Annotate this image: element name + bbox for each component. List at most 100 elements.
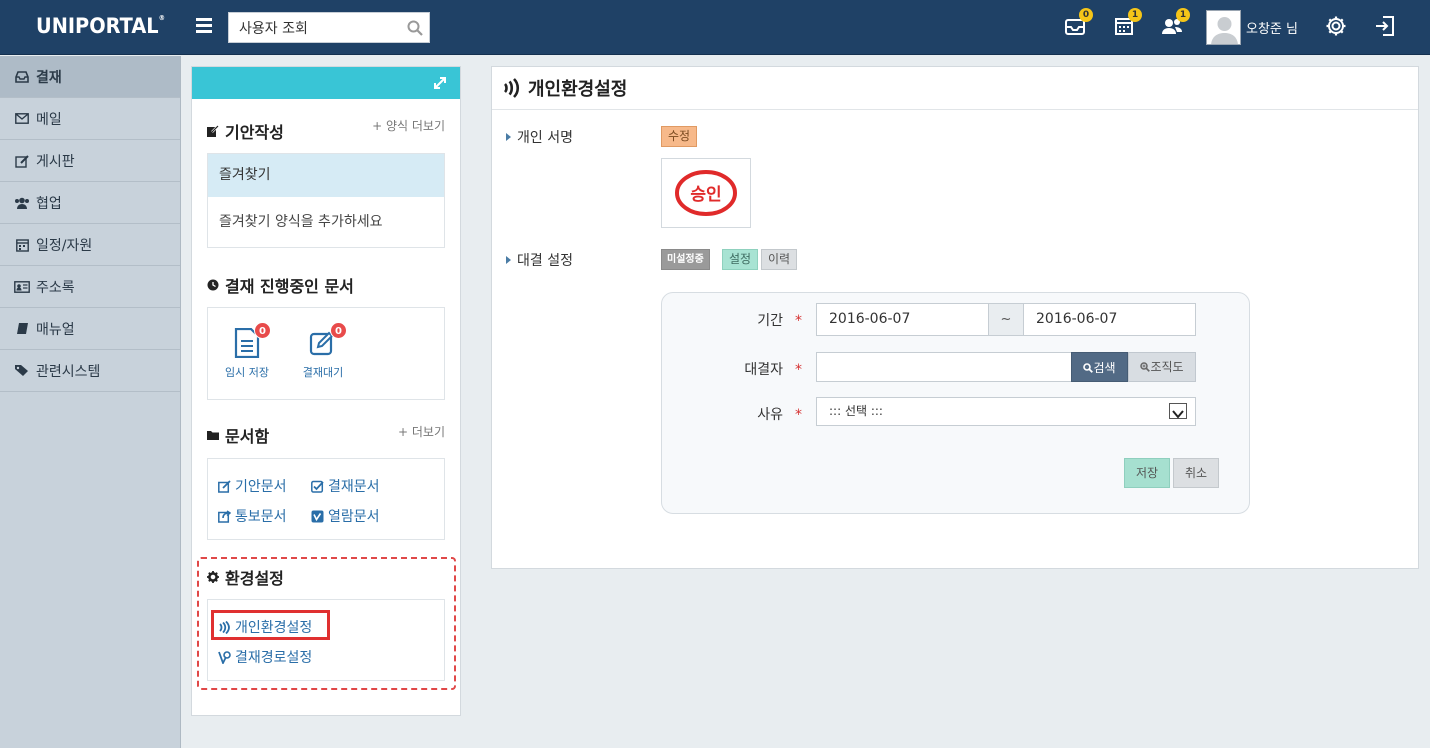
pen-square-icon: 0 [309,322,347,358]
calendar-icon[interactable]: 1 [1112,8,1142,38]
clock-icon [207,279,219,291]
status-badge: 미설정중 [661,249,710,270]
page-title: 개인환경설정 [492,67,1418,110]
required-mark: * [795,362,802,378]
signature-edit-button[interactable]: 수정 [661,126,698,147]
menu-toggle-icon[interactable] [196,18,212,33]
favorites-header[interactable]: 즐겨찾기 [208,154,444,197]
pending-approval-item[interactable]: 0 결재대기 [293,322,353,380]
calendar-icon [14,238,30,252]
document-icon: 0 [233,322,271,359]
docs-section-title: 문서함 [207,423,269,447]
nav-label: 일정/자원 [36,237,93,254]
draft-section-title: 기안작성 [207,119,284,143]
more-forms-link[interactable]: + 양식 더보기 [372,117,445,134]
main-panel: 개인환경설정 개인 서명 수정 승인 대결 설정 미설정중 설정 이력 기간 * … [491,66,1419,569]
delegate-person-input[interactable] [816,352,1072,382]
logout-icon[interactable] [1373,14,1397,38]
nav-label: 주소록 [36,279,75,296]
temp-count-badge: 0 [254,322,271,339]
gear-icon [207,571,219,583]
top-bar: UNIPORTAL® 0 1 1 오창준 님 [0,0,1430,55]
org-button-label: 조직도 [1150,360,1184,374]
pending-approval-label: 결재대기 [302,366,344,379]
draft-docs-label: 기안문서 [235,479,287,495]
book-icon [14,322,30,336]
org-chart-button[interactable]: 조직도 [1128,352,1196,382]
mail-inbox-icon[interactable]: 0 [1063,8,1093,38]
approval-route-settings-link[interactable]: 결재경로설정 [218,647,312,667]
check-square-icon [311,480,324,493]
user-profile[interactable]: 오창준 님 [1206,10,1298,45]
period-label-text: 기간 [757,313,783,329]
nav-item-related-systems[interactable]: 관련시스템 [0,350,180,392]
logo-mark: ® [158,14,166,22]
edit-icon [14,154,30,168]
read-docs-label: 열람문서 [328,509,380,525]
delegate-form: 기간 * 2016-06-07 ~ 2016-06-07 대결자 * 검색 조직도 … [661,292,1250,514]
temp-save-label: 임시 저장 [225,366,269,379]
read-docs-link[interactable]: 열람문서 [311,506,380,526]
nav-item-schedule[interactable]: 일정/자원 [0,224,180,266]
date-to-input[interactable]: 2016-06-07 [1023,303,1196,336]
nav-item-mail[interactable]: 메일 [0,98,180,140]
settings-section-title: 환경설정 [207,565,284,589]
search-icon[interactable] [407,20,423,36]
approval-stamp-icon: 승인 [675,170,737,216]
required-mark: * [795,313,802,329]
delegate-person-label: 대결자 * [662,359,802,379]
approval-docs-label: 결재문서 [328,479,380,495]
delegate-label: 대결 설정 [506,250,573,270]
delegate-search-button[interactable]: 검색 [1071,352,1128,382]
tags-icon [14,364,30,378]
nav-item-manual[interactable]: 매뉴얼 [0,308,180,350]
delegate-set-button[interactable]: 설정 [722,249,759,270]
progress-section-title: 결재 진행중인 문서 [207,273,354,297]
nav-label: 협업 [36,195,62,212]
vimeo-square-icon [311,510,324,522]
nav-label: 게시판 [36,153,75,170]
notice-docs-label: 통보문서 [235,509,287,525]
date-range-separator: ~ [988,303,1024,336]
reason-select[interactable]: ::: 선택 ::: [816,397,1196,426]
cancel-button[interactable]: 취소 [1173,458,1219,488]
pending-count-badge: 0 [330,322,347,339]
progress-box: 0 임시 저장 0 결재대기 [207,307,445,400]
period-label: 기간 * [662,310,802,330]
nav-item-approval[interactable]: 결재 [0,56,180,98]
nav-label: 메일 [36,111,62,128]
users-icon[interactable]: 1 [1160,8,1190,38]
signature-label-text: 개인 서명 [517,130,573,146]
nav-item-addressbook[interactable]: 주소록 [0,266,180,308]
search-button-label: 검색 [1093,361,1116,375]
delegate-history-button[interactable]: 이력 [761,249,798,270]
nav-label: 관련시스템 [36,363,101,380]
settings-title-text: 환경설정 [225,569,284,588]
calendar-badge: 1 [1128,8,1142,22]
left-navigation: 결재 메일 게시판 협업 일정/자원 주소록 매뉴얼 관련시스템 [0,56,181,748]
users-icon [14,196,30,210]
user-search-input[interactable] [229,13,399,42]
signature-image: 승인 [661,158,751,228]
stamp-text: 승인 [690,185,721,205]
collapse-icon[interactable] [432,75,448,91]
save-button[interactable]: 저장 [1124,458,1170,488]
reason-selected-value: ::: 선택 ::: [829,404,883,418]
more-docs-link[interactable]: + 더보기 [398,423,445,440]
approval-docs-link[interactable]: 결재문서 [311,476,380,496]
inbox-icon [14,70,30,84]
date-from-input[interactable]: 2016-06-07 [816,303,989,336]
nav-item-collaboration[interactable]: 협업 [0,182,180,224]
progress-title-text: 결재 진행중인 문서 [225,277,354,296]
draft-docs-link[interactable]: 기안문서 [218,476,287,496]
personal-settings-highlight [211,610,330,640]
notice-docs-link[interactable]: 통보문서 [218,506,287,526]
gear-icon[interactable] [1324,14,1348,38]
docs-box: 기안문서 결재문서 통보문서 열람문서 [207,458,445,540]
temp-save-item[interactable]: 0 임시 저장 [217,322,277,380]
logo[interactable]: UNIPORTAL® [36,14,165,38]
envelope-icon [14,112,30,126]
nav-label: 결재 [36,69,62,86]
delegate-person-label-text: 대결자 [744,362,783,378]
nav-item-board[interactable]: 게시판 [0,140,180,182]
